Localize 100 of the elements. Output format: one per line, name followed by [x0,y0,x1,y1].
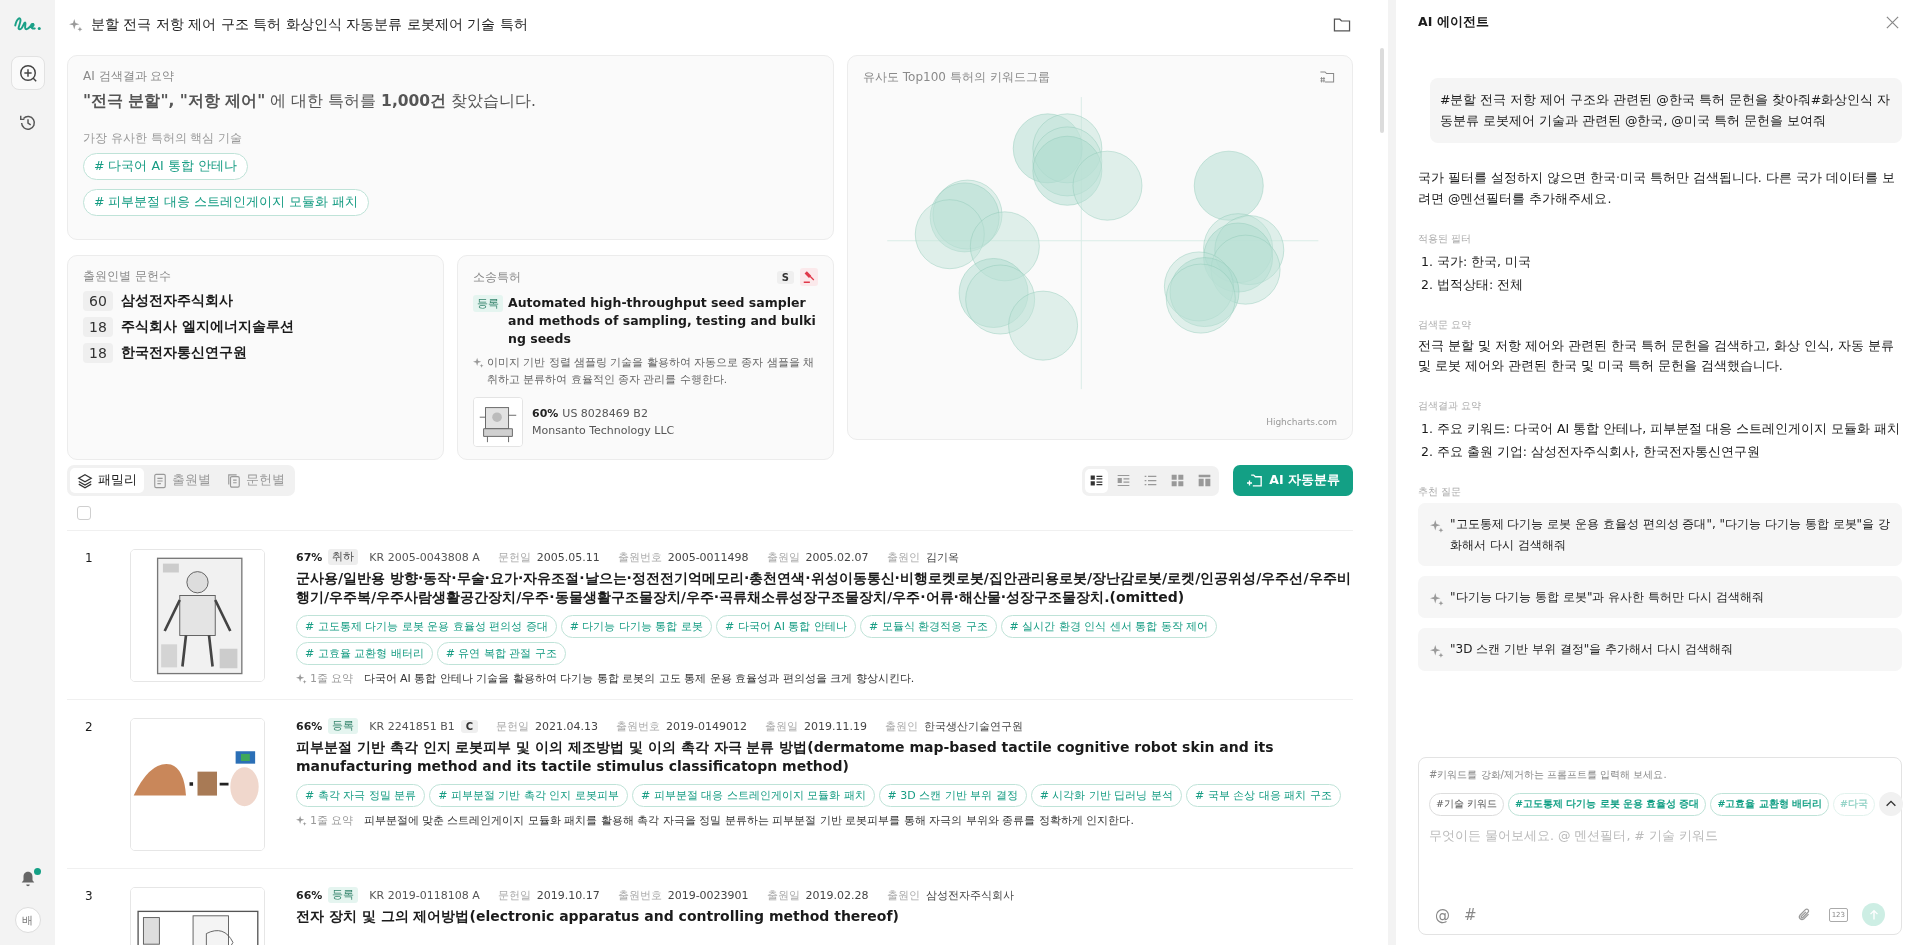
result-rank: 1 [85,550,94,567]
hashtag-button[interactable]: # [1464,905,1477,924]
keyword-chip[interactable]: #고효율 교환형 배터리 [1710,792,1830,816]
suggested-question[interactable]: "고도통제 다기능 로봇 운용 효율성 편의성 증대", "다기능 다기능 통합 로봇"을 강화해서 다시 검색해줘 [1418,503,1902,567]
keyword-tag[interactable]: # 고효율 교환형 배터리 [296,641,433,665]
keyword-tag[interactable]: # 피부분절 대응 스트레인게이지 모듈화 패치 [631,783,875,807]
section-label: 적용된 필터 [1418,231,1473,246]
panel-title: AI 에이전트 [1418,13,1489,31]
meta-label: 문헌일 [497,549,531,565]
patent-number: KR 2019-0118108 A [369,888,480,902]
keyword-tag[interactable]: # 다국어 AI 통합 안테나 [715,614,856,638]
similarity-score: 67% [296,550,323,564]
mention-button[interactable]: @ [1435,905,1450,924]
keyword-tag[interactable]: # 다기능 다기능 통합 로봇 [560,614,712,638]
document-count: 18 [83,343,113,363]
meta-label: 출원일 [766,549,800,565]
list-item: 2. 주요 출원 기업: 삼성전자주식회사, 한국전자통신연구원 [1420,443,1761,462]
keyword-tag[interactable]: # 모듈식 환경적응 구조 [859,614,997,638]
meta-label: 출원인 [886,887,920,903]
meta-value: 2005.05.11 [536,550,600,564]
meta-label: 문헌일 [497,887,531,903]
meta-value: 2019-0023901 [667,888,749,902]
summary-text: 전극 분할 및 저항 제어와 관련된 한국 특허 문헌을 검색하고, 화상 인식, 자동 분류 및 로봇 제어와 관련된 한국 및 미국 특허 문헌을 검색했습니다. [1418,336,1895,376]
keyword-tag[interactable]: # 실시간 환경 인식 센서 통합 동작 제어 [1000,614,1218,638]
applicant-name[interactable]: 한국전자통신연구원 [121,344,247,362]
patent-summary: 다국어 AI 통합 안테나 기술을 활용하여 다기능 통합 로봇의 고도 통제 운용 효율성과 편의성을 크게 향상시킨다. [363,671,915,685]
section-label: 검색문 요약 [1418,317,1473,332]
meta-value: 2019.11.19 [804,719,867,733]
card-title: 유사도 Top100 특허의 키워드그룹 [863,68,1050,86]
patent-title[interactable]: Automated high-throughput seed sampler and methods of sampling, testing and bulking seeds [508,294,818,349]
meta-value: 2019.10.17 [536,888,600,902]
document-count: 60 [83,291,113,311]
meta-value: 2005.02.07 [805,550,869,564]
user-message: #분할 전극 저항 제어 구조와 관련된 @한국 특허 문헌을 찾아줘#화상인식 자동분류 로봇제어 기술과 관련된 @한국, @미국 특허 문헌을 보여줘 [1430,78,1902,144]
view-tab[interactable]: 문헌별 [220,468,292,493]
patent-summary: 이미지 기반 정렬 샘플링 기술을 활용하여 자동으로 종자 샘플을 채취하고 분류하여 효율적인 종자 관리를 수행한다. [487,355,816,387]
result-rank: 3 [85,888,94,905]
meta-label: 문헌일 [496,718,530,734]
summary-headline: "전극 분할", "저항 제어" 에 대한 특허를 1,000건 찾았습니다. [83,91,537,112]
agent-answer: 국가 필터를 설정하지 않으면 한국·미국 특허만 검색됩니다. 다른 국가 데이터를 보려면 @멘션필터를 추가해주세요. [1418,169,1896,208]
keyword-chip[interactable]: #기술 키워드 [1429,792,1504,816]
meta-value: 2019.02.28 [805,888,869,902]
search-title: 분할 전극 저항 제어 구조 특허 화상인식 자동분류 로봇제어 기술 특허 [91,16,528,34]
keyword-tag[interactable]: # 시각화 기반 딥러닝 분석 [1030,783,1182,807]
suggested-question[interactable]: "다기능 다기능 통합 로봇"과 유사한 특허만 다시 검색해줘 [1418,576,1902,619]
list-item: 1. 국가: 한국, 미국 [1420,252,1533,271]
patent-number: US 8028469 B2 [562,406,648,420]
card-label: 출원인별 문헌수 [83,268,172,285]
meta-label: 출원번호 [616,718,661,734]
suggested-question[interactable]: "3D 스캔 기반 부위 결정"을 추가해서 다시 검색해줘 [1418,628,1902,671]
patent-number: KR 2005-0043808 A [369,550,480,564]
view-tab[interactable]: 패밀리 [70,468,144,493]
keyword-tag[interactable]: # 피부분절 기반 촉각 인지 로봇피부 [429,783,628,807]
applicant-name: Monsanto Technology LLC [532,423,675,437]
status-badge: 등록 [473,295,503,313]
keyword-tag[interactable]: # 국부 손상 대응 패치 구조 [1186,783,1341,807]
keyword-tag[interactable]: # 유연 복합 관절 구조 [436,641,566,665]
meta-label: 출원일 [766,887,800,903]
input-hint: #키워드를 강화/제거하는 프롬프트를 입력해 보세요. [1429,768,1668,782]
auto-classify-button[interactable]: AI 자동분류 [1233,465,1353,496]
patent-title[interactable]: 군사용/일반용 방향·동작·무술·요가·자유조절·날으는·정전전기억메모리·총천연색·위성이동통신·비행로켓로봇/집안관리용로봇/장난감로봇/로켓/인공위성/우주선/우주비행기/우주복/우주사람생활공간장치/우주·동물생활구조물장치/우주·곡류채소류성장구조물장치/우주·어류·해산물·성장구조물장치.(omitted) [296,569,1353,607]
litigation-badge: S [776,270,794,284]
meta-value: 2019-0149012 [666,719,747,733]
keyword-tag[interactable]: # 피부분절 대응 스트레인게이지 모듈화 패치 [83,189,370,216]
patent-badge: C [460,719,479,733]
list-item: 1. 주요 키워드: 다국어 AI 통합 안테나, 피부분절 대응 스트레인게이지 모듈화 패치 [1420,420,1902,438]
keyword-tag[interactable]: # 다국어 AI 통합 안테나 [83,153,248,180]
list-item: 2. 법적상태: 전체 [1420,275,1525,294]
meta-value: 2021.04.13 [535,719,599,733]
chart-credit[interactable]: Highcharts.com [1266,417,1337,427]
status-badge: 취하 [328,549,359,565]
section-label: 검색결과 요약 [1418,399,1483,413]
keyword-chip[interactable]: #고도통제 다기능 로봇 운용 효율성 증대 [1508,792,1707,816]
summary-label: 1줄 요약 [310,671,354,685]
user-avatar[interactable]: 배 [14,907,41,933]
keyword-tag[interactable]: # 촉각 자극 정밀 분류 [296,783,426,807]
meta-label: 출원번호 [617,887,662,903]
document-count: 18 [83,317,113,337]
section-label: 가장 유사한 특허의 핵심 기술 [83,130,244,147]
summary-label: 1줄 요약 [310,813,354,827]
applicant-name[interactable]: 삼성전자주식회사 [121,292,233,310]
patent-title[interactable]: 피부분절 기반 촉각 인지 로봇피부 및 이의 제조방법 및 이의 촉각 자극 분류 방법(dermatome map-based tactile cognitive robot skin and its manufacturing method and its tactile stimulus classificatopn method) [296,738,1353,776]
patent-summary: 피부분절에 맞춘 스트레인게이지 모듈화 패치를 활용해 촉각 자극을 정밀 분류하는 피부분절 기반 로봇피부를 통해 자극의 부위와 종류를 정확하게 인지한다. [363,813,1134,827]
similarity-score: 60% [532,406,559,420]
patent-title[interactable]: 전자 장치 및 그의 제어방법(electronic apparatus and controlling method thereof) [296,907,1353,926]
meta-value: 삼성전자주식회사 [925,887,1014,903]
card-label: AI 검색결과 요약 [83,68,176,85]
patent-number: KR 2241851 B1 [369,719,455,733]
meta-label: 출원인 [885,718,918,734]
status-badge: 등록 [328,718,359,734]
meta-label: 출원인 [886,549,920,565]
keyword-tag[interactable]: # 고도통제 다기능 로봇 운용 효율성 편의성 증대 [296,614,557,638]
keyword-tag[interactable]: # 3D 스캔 기반 부위 결정 [878,783,1027,807]
similarity-score: 66% [296,719,323,733]
meta-value: 2005-0011498 [667,550,749,564]
applicant-name[interactable]: 주식회사 엘지에너지솔루션 [121,318,294,336]
section-label: 추천 질문 [1418,485,1463,500]
result-rank: 2 [85,719,94,736]
view-tab[interactable]: 출원별 [146,468,218,493]
meta-label: 출원일 [765,718,798,734]
